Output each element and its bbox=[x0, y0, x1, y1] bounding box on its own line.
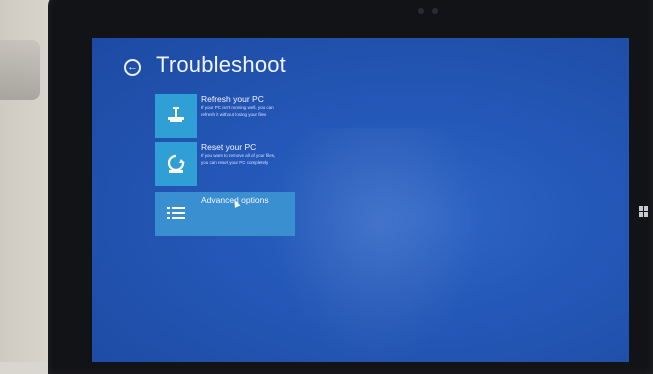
option-description: If you want to remove all of your files, bbox=[201, 153, 276, 158]
advanced-options-option[interactable]: Advanced options bbox=[155, 192, 295, 236]
camera-icon bbox=[418, 8, 424, 14]
sensor-icon bbox=[432, 8, 438, 14]
reset-pc-option[interactable]: Reset your PC If you want to remove all … bbox=[155, 142, 295, 186]
option-description: refresh it without losing your files bbox=[201, 111, 267, 117]
option-title: Advanced options bbox=[201, 195, 269, 205]
refresh-pc-option[interactable]: Refresh your PC If your PC isn't running… bbox=[155, 94, 295, 138]
option-title: Refresh your PC bbox=[201, 94, 264, 104]
background-object bbox=[0, 40, 40, 100]
reset-pc-icon bbox=[155, 142, 197, 186]
option-title: Reset your PC bbox=[201, 142, 257, 152]
troubleshoot-screen: ← Troubleshoot Refresh your PC If your P… bbox=[92, 38, 629, 362]
advanced-options-icon bbox=[155, 192, 197, 236]
windows-logo-icon[interactable] bbox=[639, 206, 649, 218]
option-description: If your PC isn't running well, you can bbox=[201, 105, 274, 110]
back-button[interactable]: ← bbox=[124, 59, 141, 76]
refresh-pc-icon bbox=[155, 94, 197, 138]
option-description: you can reset your PC completely bbox=[201, 159, 269, 165]
page-title: Troubleshoot bbox=[156, 52, 286, 77]
back-arrow-icon: ← bbox=[127, 61, 138, 73]
screen-reflection bbox=[272, 128, 482, 362]
